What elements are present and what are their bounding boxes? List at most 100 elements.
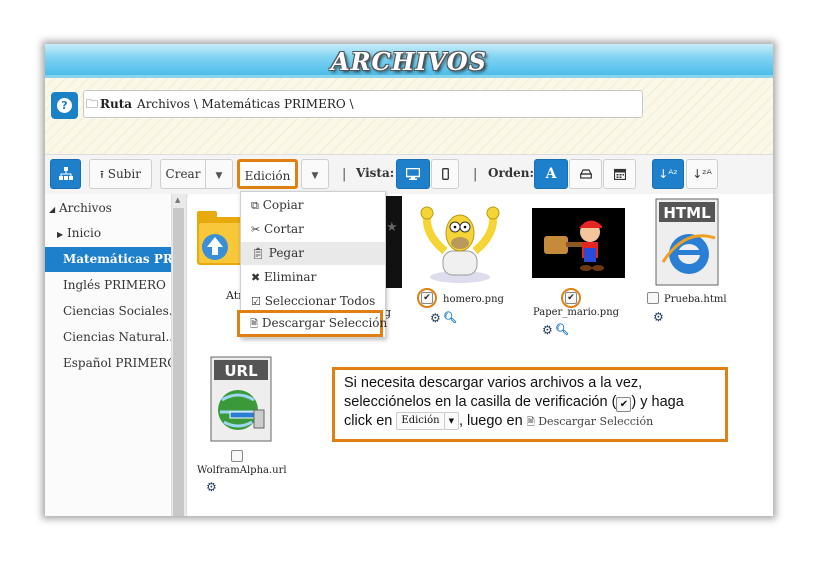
html-badge-text: HTML bbox=[663, 204, 711, 222]
file-name[interactable]: homero.png bbox=[443, 294, 504, 305]
sort-by-size-button[interactable] bbox=[569, 159, 602, 189]
tree-item-matematicas[interactable]: Matemáticas PRI... bbox=[45, 247, 171, 272]
note-text: ) y haga bbox=[631, 394, 684, 410]
url-file-icon[interactable]: URL bbox=[210, 356, 272, 442]
tree-item-label: Inglés PRIMERO bbox=[63, 278, 166, 292]
close-icon: ✖ bbox=[251, 271, 261, 284]
sort-descending-button[interactable]: ↓ᶻᴬ bbox=[686, 159, 718, 189]
star-icon: ★ bbox=[386, 220, 398, 235]
create-button[interactable]: Crear bbox=[160, 159, 205, 189]
tree-item-archivos[interactable]: ◢ Archivos bbox=[45, 196, 171, 221]
tree-item-label: Inicio bbox=[66, 226, 102, 240]
upload-button[interactable]: ⭱ Subir bbox=[89, 159, 152, 189]
menu-item-download-selection[interactable]: 🗎 Descargar Selección bbox=[237, 310, 387, 337]
edit-dropdown-toggle[interactable]: ▼ bbox=[301, 159, 329, 189]
tree-item-label: Ciencias Natural... bbox=[63, 330, 171, 344]
calendar-icon bbox=[613, 168, 626, 181]
menu-item-cut[interactable]: ✂ Cortar bbox=[241, 218, 385, 241]
mini-edit-label: Edición bbox=[401, 415, 440, 427]
edit-label: Edición bbox=[244, 169, 291, 183]
mini-download-selection: 🗎 Descargar Selección bbox=[527, 415, 653, 428]
sort-by-date-button[interactable] bbox=[603, 159, 636, 189]
folder-outline-icon: 🗀 bbox=[86, 97, 99, 111]
file-checkbox-homero[interactable]: ✔ bbox=[421, 292, 433, 304]
order-label: Orden: bbox=[488, 166, 534, 180]
gear-icon[interactable]: ⚙ bbox=[430, 312, 441, 324]
menu-item-label: Copiar bbox=[262, 198, 304, 212]
toolbar-separator: | bbox=[342, 167, 347, 182]
tree-item-ingles[interactable]: Inglés PRIMERO bbox=[45, 273, 171, 298]
mini-dropdown-toggle: ▼ bbox=[443, 412, 459, 431]
note-line-1: Si necesita descargar varios archivos a … bbox=[344, 375, 643, 391]
gear-icon[interactable]: ⚙ bbox=[206, 481, 217, 493]
upload-label: Subir bbox=[107, 167, 141, 181]
image-thumbnail[interactable] bbox=[384, 196, 402, 288]
file-name[interactable]: Prueba.html bbox=[664, 294, 727, 305]
tree-view-button[interactable] bbox=[50, 159, 81, 189]
mobile-icon bbox=[441, 168, 449, 180]
note-line-3: click en Edición ▼ , luego en 🗎 Descargar … bbox=[344, 412, 716, 432]
sidebar-scrollbar[interactable]: ▲ bbox=[172, 194, 187, 516]
path-bar: 🗀 Ruta Archivos \ Matemáticas PRIMERO \ bbox=[83, 90, 643, 118]
scrollbar-thumb[interactable] bbox=[173, 208, 184, 516]
page-title: ARCHIVOS bbox=[330, 47, 487, 76]
view-mobile-button[interactable] bbox=[431, 159, 459, 189]
menu-item-label: Pegar bbox=[268, 246, 305, 260]
zoom-icon[interactable]: 🔍︎ bbox=[443, 312, 457, 324]
view-desktop-button[interactable] bbox=[396, 159, 430, 189]
path-value: Archivos \ Matemáticas PRIMERO \ bbox=[137, 97, 354, 111]
question-icon: ? bbox=[57, 98, 72, 113]
note-text: click en bbox=[344, 413, 393, 429]
scissors-icon: ✂ bbox=[251, 223, 261, 236]
sitemap-icon bbox=[58, 167, 73, 180]
sort-alpha-desc-icon: ↓ᶻᴬ bbox=[692, 167, 712, 181]
caret-down-icon: ▼ bbox=[311, 171, 319, 181]
create-dropdown-toggle[interactable]: ▼ bbox=[205, 159, 233, 189]
caret-down-icon: ◢ bbox=[49, 205, 56, 214]
zoom-icon[interactable]: 🔍︎ bbox=[555, 324, 569, 336]
file-checkbox-paper-mario[interactable]: ✔ bbox=[565, 292, 577, 304]
tree-item-ciencias-naturales[interactable]: Ciencias Natural... bbox=[45, 325, 171, 350]
edit-button[interactable]: Edición bbox=[237, 159, 298, 189]
menu-item-label: Cortar bbox=[264, 222, 304, 236]
copy-icon: ⧉ bbox=[251, 199, 259, 212]
sort-alpha-asc-icon: ↓ᴬᶻ bbox=[658, 167, 678, 181]
tree-item-label: Matemáticas PRI... bbox=[63, 252, 171, 266]
file-checkbox-prueba[interactable] bbox=[647, 292, 659, 304]
gear-icon[interactable]: ⚙ bbox=[653, 311, 664, 323]
paste-icon: 📋︎ bbox=[251, 247, 265, 260]
checkbox-checked-icon: ✔ bbox=[616, 397, 632, 412]
folder-tree: ◢ Archivos ▶ Inicio Matemáticas PRI... I… bbox=[45, 194, 172, 516]
html-file-icon[interactable]: HTML bbox=[655, 198, 719, 286]
tree-item-label: Español PRIMERO bbox=[63, 356, 171, 370]
caret-down-icon: ▼ bbox=[448, 417, 454, 426]
menu-item-label: Seleccionar Todos bbox=[264, 294, 376, 308]
toolbar: ⭱ Subir Crear ▼ Edición ▼ | Vista: | Ord… bbox=[45, 154, 773, 196]
hdd-icon bbox=[579, 169, 592, 179]
check-square-icon: ☑ bbox=[251, 295, 261, 308]
desktop-icon bbox=[405, 167, 421, 180]
file-name[interactable]: Paper_mario.png bbox=[533, 307, 619, 318]
sort-name-label: A bbox=[545, 166, 557, 182]
mini-download-label: Descargar Selección bbox=[538, 415, 654, 428]
sort-by-name-button[interactable]: A bbox=[534, 159, 568, 189]
path-route-label: Ruta bbox=[100, 97, 133, 111]
menu-item-copy[interactable]: ⧉ Copiar bbox=[241, 194, 385, 217]
tree-item-espanol[interactable]: Español PRIMERO bbox=[45, 351, 171, 376]
homer-image-thumbnail[interactable] bbox=[415, 205, 505, 285]
help-button[interactable]: ? bbox=[51, 92, 78, 119]
tree-item-inicio[interactable]: ▶ Inicio bbox=[45, 221, 171, 246]
gear-icon[interactable]: ⚙ bbox=[542, 324, 553, 336]
mini-edit-button: Edición bbox=[396, 412, 445, 431]
create-label: Crear bbox=[165, 167, 201, 181]
title-bar: ARCHIVOS bbox=[45, 44, 773, 78]
scroll-up-icon: ▲ bbox=[175, 196, 181, 204]
caret-right-icon: ▶ bbox=[57, 230, 64, 239]
menu-item-paste[interactable]: 📋︎ Pegar bbox=[241, 242, 385, 265]
file-name[interactable]: WolframAlpha.url bbox=[197, 465, 287, 476]
tree-item-ciencias-sociales[interactable]: Ciencias Sociales... bbox=[45, 299, 171, 324]
mario-image-thumbnail[interactable] bbox=[532, 208, 625, 278]
menu-item-delete[interactable]: ✖ Eliminar bbox=[241, 266, 385, 289]
file-checkbox-wolframalpha[interactable] bbox=[231, 450, 243, 462]
sort-ascending-button[interactable]: ↓ᴬᶻ bbox=[652, 159, 684, 189]
